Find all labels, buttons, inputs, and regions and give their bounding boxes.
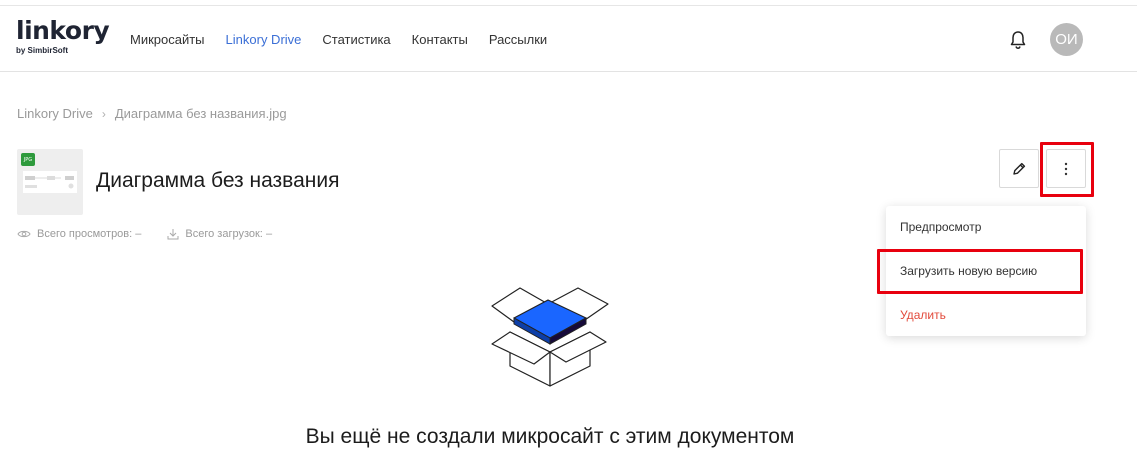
linkory-logo[interactable]: linkory by SimbirSoft [16,16,110,56]
nav-statistics[interactable]: Статистика [322,32,390,47]
chevron-right-icon: › [101,106,106,121]
document-title: Диаграмма без названия [96,169,340,192]
nav-microsites[interactable]: Микросайты [130,32,205,47]
edit-button[interactable] [999,149,1039,188]
actions-dropdown-menu: Предпросмотр Загрузить новую версию Удал… [886,206,1086,336]
eye-icon [17,230,31,238]
user-avatar[interactable]: ОИ [1050,23,1083,56]
document-thumbnail[interactable]: JPG [17,149,83,215]
breadcrumb: Linkory Drive › Диаграмма без названия.j… [17,106,287,121]
more-actions-button[interactable] [1046,149,1086,188]
nav-contacts[interactable]: Контакты [412,32,468,47]
downloads-label: Всего загрузок: [185,228,263,240]
views-value: – [135,228,142,240]
kebab-icon [1064,162,1068,175]
empty-box-illustration [491,287,609,387]
views-label: Всего просмотров: [37,228,133,240]
menu-item-upload-new-version[interactable]: Загрузить новую версию [900,264,1037,278]
download-icon [167,229,179,240]
downloads-value: – [265,228,273,240]
logo-text: linkory [16,16,110,45]
nav-mailings[interactable]: Рассылки [489,32,547,47]
nav-linkory-drive[interactable]: Linkory Drive [226,32,302,47]
menu-item-delete[interactable]: Удалить [900,308,946,322]
app-header: linkory by SimbirSoft Микросайты Linkory… [0,6,1137,72]
logo-subtitle: by SimbirSoft [16,46,69,55]
menu-item-preview[interactable]: Предпросмотр [900,220,981,234]
diagram-preview-icon [23,171,77,193]
bell-icon[interactable] [1009,30,1027,50]
pencil-icon [1013,162,1026,175]
downloads-stat: Всего загрузок: – [167,228,272,240]
main-nav: Микросайты Linkory Drive Статистика Конт… [130,6,568,72]
document-stats: Всего просмотров: – Всего загрузок: – [17,228,298,240]
breadcrumb-current: Диаграмма без названия.jpg [114,106,287,121]
empty-state-message: Вы ещё не создали микросайт с этим докум… [305,425,795,448]
views-stat: Всего просмотров: – [17,228,141,240]
breadcrumb-root[interactable]: Linkory Drive [17,106,93,121]
